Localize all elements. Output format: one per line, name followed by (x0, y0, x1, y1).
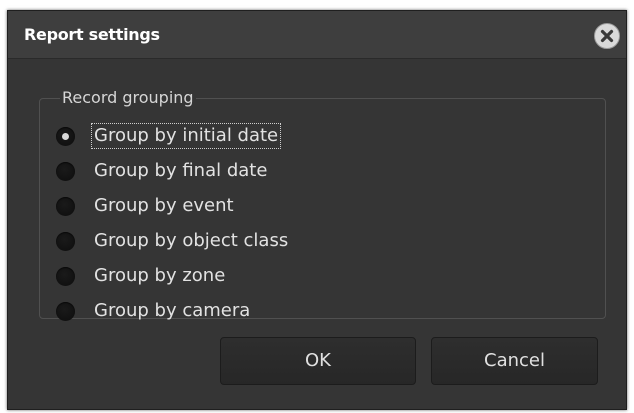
radio-initial-date[interactable] (56, 126, 75, 146)
option-label: Group by camera (94, 300, 251, 321)
radio-zone[interactable] (56, 266, 75, 286)
option-group-by-zone[interactable]: Group by zone (56, 263, 227, 289)
radio-object-class[interactable] (56, 231, 75, 251)
group-legend: Record grouping (60, 87, 196, 109)
option-label: Group by event (94, 195, 234, 216)
radio-camera[interactable] (56, 301, 75, 321)
option-group-by-final-date[interactable]: Group by final date (56, 158, 269, 184)
option-group-by-object-class[interactable]: Group by object class (56, 228, 290, 254)
option-label: Group by zone (94, 265, 226, 286)
option-label: Group by final date (94, 160, 268, 181)
close-icon (600, 29, 614, 43)
radio-event[interactable] (56, 196, 75, 216)
dialog-title: Report settings (24, 25, 160, 44)
close-button[interactable] (594, 23, 620, 49)
option-group-by-initial-date[interactable]: Group by initial date (56, 123, 282, 149)
cancel-button[interactable]: Cancel (431, 337, 598, 385)
dialog-titlebar: Report settings (8, 11, 626, 59)
option-group-by-event[interactable]: Group by event (56, 193, 236, 219)
report-settings-dialog: Report settings Record grouping Group by… (7, 10, 627, 410)
option-group-by-camera[interactable]: Group by camera (56, 298, 252, 324)
option-label: Group by object class (94, 230, 289, 251)
ok-button[interactable]: OK (220, 337, 416, 385)
option-label: Group by initial date (90, 123, 282, 149)
record-grouping-group: Record grouping Group by initial date Gr… (39, 87, 606, 321)
radio-final-date[interactable] (56, 161, 75, 181)
